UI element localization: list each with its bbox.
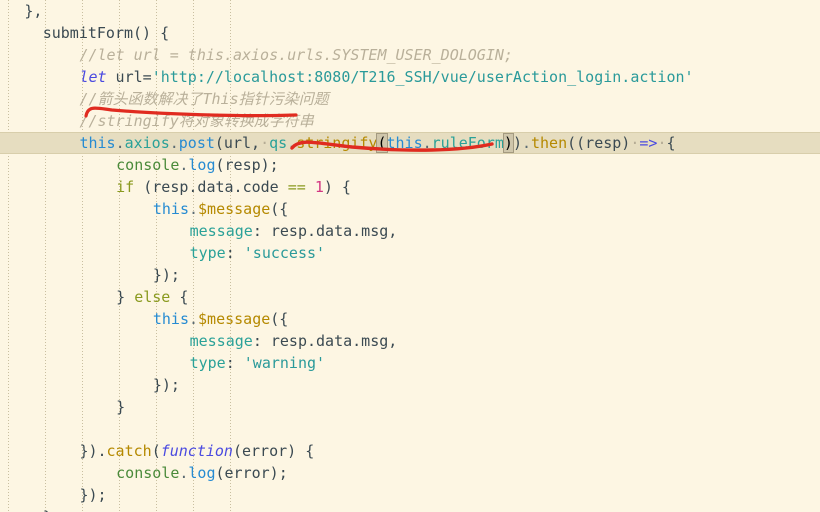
code-line[interactable]: }); (0, 264, 180, 286)
code-token: ( (151, 442, 161, 460)
code-token: ({ (270, 200, 289, 218)
code-token: { (170, 288, 189, 306)
code-token: . (169, 134, 179, 152)
code-line[interactable]: console.log(resp); (0, 154, 279, 176)
code-token: . (422, 134, 432, 152)
code-token: type (189, 244, 226, 262)
code-token: post (178, 134, 215, 152)
code-line[interactable]: //let url = this.axios.urls.SYSTEM_USER_… (0, 44, 513, 66)
code-token: //let url = this.axios.urls.SYSTEM_USER_… (79, 46, 513, 64)
code-token: . (189, 200, 199, 218)
code-editor[interactable]: }, submitForm() {//let url = this.axios.u… (0, 0, 820, 512)
code-line[interactable]: } (0, 396, 125, 418)
code-token: ((resp) (567, 134, 631, 152)
code-token: }); (152, 376, 180, 394)
code-token: this (79, 134, 116, 152)
code-line[interactable]: } (0, 506, 52, 512)
code-token: let (79, 68, 107, 86)
code-token: (error); (215, 464, 288, 482)
code-line[interactable]: if (resp.data.code == 1) { (0, 176, 351, 198)
code-token: == (287, 178, 306, 196)
code-token: ruleForm (431, 134, 504, 152)
code-line[interactable]: }); (0, 374, 180, 396)
code-line[interactable]: submitForm() { (0, 22, 169, 44)
code-line[interactable]: }); (0, 484, 107, 506)
code-token: if (116, 178, 135, 196)
code-token: message (189, 222, 253, 240)
code-line-active[interactable]: this.axios.post(url,·qs.stringify(this.r… (0, 132, 676, 154)
code-token: ) (502, 133, 514, 153)
code-token: }). (79, 442, 107, 460)
code-line[interactable]: }).catch(function(error) { (0, 440, 314, 462)
code-token: stringify (296, 134, 378, 152)
code-token: console (116, 156, 180, 174)
code-line[interactable]: //箭头函数解决了This指针污染问题 (0, 88, 329, 110)
code-line[interactable]: message: resp.data.msg, (0, 330, 398, 352)
code-token: ) (512, 134, 522, 152)
code-token: 1 (314, 178, 324, 196)
code-token: (url, (214, 134, 261, 152)
code-token: (error) { (232, 442, 315, 460)
code-token: $message (198, 310, 271, 328)
code-token: this (152, 200, 189, 218)
code-token: . (115, 134, 125, 152)
code-line[interactable]: message: resp.data.msg, (0, 220, 398, 242)
code-line[interactable] (0, 418, 6, 440)
code-token: { (666, 134, 676, 152)
code-token: · (260, 134, 270, 152)
code-token: this (152, 310, 189, 328)
code-token: qs (269, 134, 288, 152)
code-token: ( (376, 133, 388, 153)
code-token: else (134, 288, 171, 306)
code-token: . (189, 310, 199, 328)
code-token: //stringify将对象转换成字符串 (79, 112, 314, 130)
code-token: 'success' (243, 244, 326, 262)
code-token: (resp.data.code (134, 178, 288, 196)
code-token: then (531, 134, 568, 152)
code-token: ({ (270, 310, 289, 328)
code-token: function (160, 442, 233, 460)
code-token: : resp.data.msg, (252, 222, 398, 240)
code-token: $message (198, 200, 271, 218)
code-token: message (189, 332, 253, 350)
code-token: this (386, 134, 423, 152)
code-line[interactable]: let url='http://localhost:8080/T216_SSH/… (0, 66, 694, 88)
code-token: : (225, 354, 244, 372)
code-token: () { (133, 24, 170, 42)
code-token: catch (106, 442, 152, 460)
code-token: log (188, 156, 216, 174)
code-line[interactable]: type: 'warning' (0, 352, 325, 374)
code-token: . (521, 134, 531, 152)
code-token: log (188, 464, 216, 482)
code-token: ) { (323, 178, 351, 196)
code-token: }); (152, 266, 180, 284)
code-token: => (639, 134, 658, 152)
code-token: } (116, 288, 135, 306)
code-line[interactable]: }, (0, 0, 42, 22)
code-token: (resp); (215, 156, 279, 174)
code-token: }); (79, 486, 107, 504)
code-token: }, (24, 2, 43, 20)
code-line[interactable]: this.$message({ (0, 308, 288, 330)
code-token: 'warning' (243, 354, 326, 372)
code-line[interactable]: type: 'success' (0, 242, 325, 264)
code-token: //箭头函数解决了This指针污染问题 (79, 90, 329, 108)
code-token: url= (106, 68, 152, 86)
code-token: console (116, 464, 180, 482)
code-line[interactable]: this.$message({ (0, 198, 288, 220)
code-line[interactable]: console.log(error); (0, 462, 288, 484)
code-line[interactable]: } else { (0, 286, 188, 308)
code-token: . (287, 134, 297, 152)
code-token: axios (124, 134, 170, 152)
code-token: : (225, 244, 244, 262)
code-token: : resp.data.msg, (252, 332, 398, 350)
code-token: type (189, 354, 226, 372)
code-token: } (43, 508, 52, 512)
code-token: } (116, 398, 126, 416)
code-line[interactable]: //stringify将对象转换成字符串 (0, 110, 314, 132)
code-token: submitForm (42, 24, 134, 42)
code-content[interactable]: }, submitForm() {//let url = this.axios.u… (0, 0, 820, 512)
code-token: 'http://localhost:8080/T216_SSH/vue/user… (151, 68, 694, 86)
